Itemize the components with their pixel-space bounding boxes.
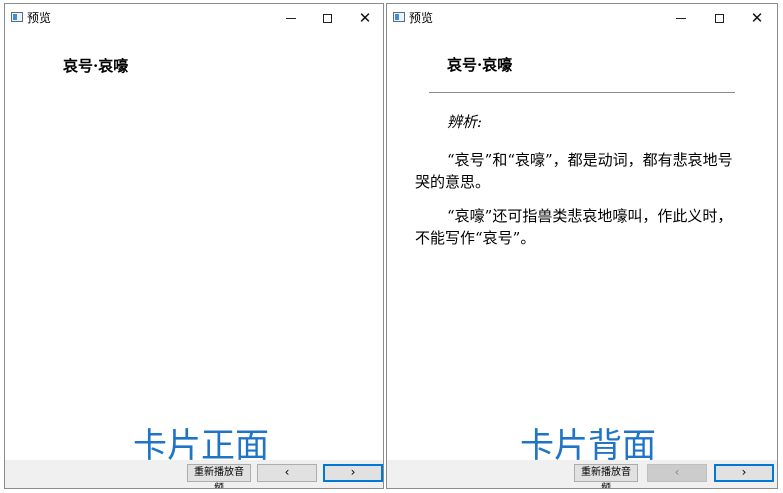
app-window-icon (393, 12, 405, 22)
analysis-label: 辨析: (447, 113, 483, 131)
card-title: 哀号·哀嚎 (447, 56, 513, 74)
maximize-icon[interactable] (701, 4, 737, 32)
prev-card-button[interactable]: ‹ (647, 464, 707, 482)
divider (429, 92, 735, 93)
front-preview-window: 预览 ✕ 哀号·哀嚎 重新播放音频 ‹ › (4, 3, 384, 489)
window-title: 预览 (27, 11, 52, 25)
next-card-button[interactable]: › (323, 464, 383, 482)
window-title: 预览 (409, 11, 434, 25)
caption-card-front: 卡片正面 (133, 426, 269, 466)
paragraph: “哀号”和“哀嚎”，都是动词，都有悲哀地号哭的意思。 (415, 151, 733, 191)
card-title: 哀号·哀嚎 (63, 57, 129, 75)
replay-audio-button[interactable]: 重新播放音频 (187, 464, 251, 488)
card-back-content: 哀号·哀嚎 辨析: “哀号”和“哀嚎”，都是动词，都有悲哀地号哭的意思。 “哀嚎… (387, 32, 777, 460)
prev-card-button[interactable]: ‹ (257, 464, 317, 482)
minimize-icon[interactable] (663, 4, 699, 32)
next-card-button[interactable]: › (714, 464, 774, 482)
card-front-content: 哀号·哀嚎 (5, 32, 383, 460)
titlebar[interactable]: 预览 ✕ (5, 4, 383, 32)
titlebar[interactable]: 预览 ✕ (387, 4, 777, 32)
close-icon[interactable]: ✕ (347, 4, 383, 32)
close-icon[interactable]: ✕ (739, 4, 775, 32)
maximize-icon[interactable] (309, 4, 345, 32)
paragraph: “哀嚎”还可指兽类悲哀地嚎叫，作此义时，不能写作“哀号”。 (415, 207, 733, 247)
replay-audio-button[interactable]: 重新播放音频 (574, 464, 638, 488)
back-preview-window: 预览 ✕ 哀号·哀嚎 辨析: “哀号”和“哀嚎”，都是动词，都有悲哀地号哭的意思… (386, 3, 778, 489)
caption-card-back: 卡片背面 (520, 426, 656, 466)
minimize-icon[interactable] (273, 4, 309, 32)
app-window-icon (11, 12, 23, 22)
